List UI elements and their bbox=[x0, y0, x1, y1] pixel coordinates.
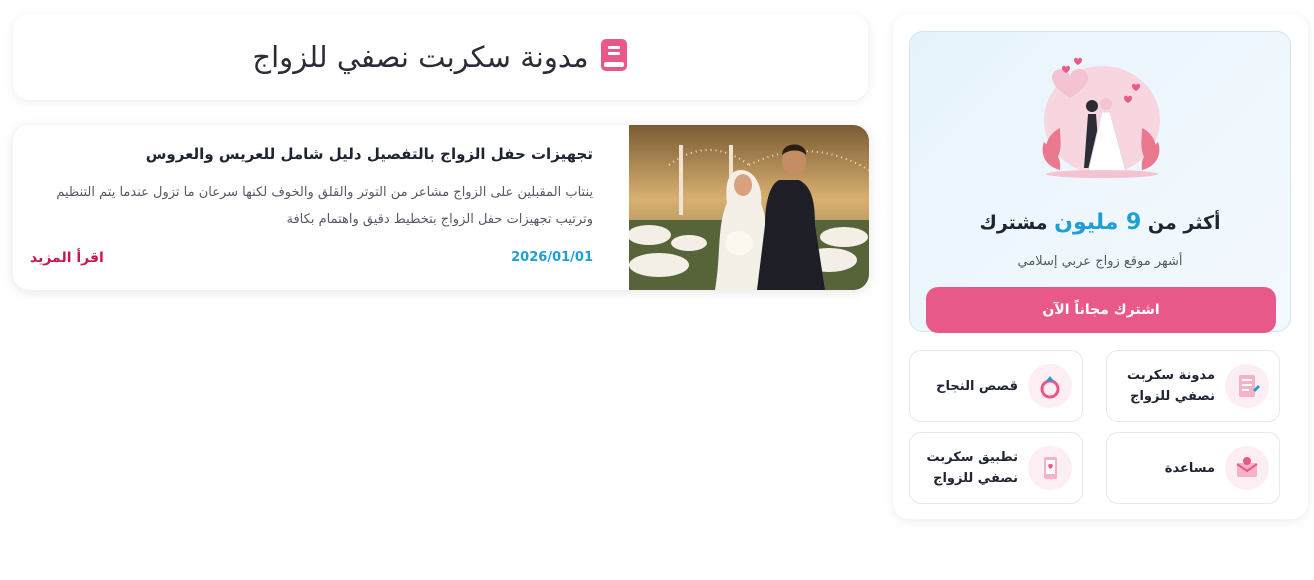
promo-subtitle: أشهر موقع زواج عربي إسلامي bbox=[1017, 254, 1183, 269]
book-icon bbox=[599, 38, 629, 76]
quick-link-success-stories[interactable]: قصص النجاح bbox=[909, 350, 1083, 422]
read-more-link[interactable]: اقرأ المزيد bbox=[30, 250, 104, 266]
quick-link-help[interactable]: مساعدة bbox=[1106, 432, 1280, 504]
help-envelope-icon bbox=[1225, 446, 1269, 490]
promo-card: أكثر من 9 مليون مشترك أشهر موقع زواج عرب… bbox=[909, 31, 1291, 333]
quick-link-label: مدونة سكربت نصفي للزواج bbox=[1126, 368, 1215, 404]
wedding-illustration bbox=[1042, 57, 1160, 178]
quick-link-app[interactable]: تطبيق سكربت نصفي للزواج bbox=[909, 432, 1083, 504]
post-image[interactable] bbox=[629, 125, 869, 290]
quick-link-label: تطبيق سكربت نصفي للزواج bbox=[926, 450, 1018, 486]
promo-suffix: مشترك bbox=[979, 212, 1048, 234]
post-excerpt: ينتاب المقبلين على الزواج مشاعر من التوت… bbox=[56, 185, 593, 227]
quick-link-label: مساعدة bbox=[1164, 460, 1215, 476]
sidebar: أكثر من 9 مليون مشترك أشهر موقع زواج عرب… bbox=[893, 14, 1308, 519]
mobile-app-icon bbox=[1028, 446, 1072, 490]
quick-link-label: قصص النجاح bbox=[936, 378, 1018, 394]
post-title[interactable]: تجهيزات حفل الزواج بالتفصيل دليل شامل لل… bbox=[33, 145, 593, 163]
promo-prefix: أكثر من bbox=[1147, 212, 1221, 234]
ring-icon bbox=[1028, 364, 1072, 408]
blog-icon bbox=[1225, 364, 1269, 408]
post-date: 2026/01/01 bbox=[511, 250, 593, 265]
subscribe-button[interactable]: اشترك مجاناً الآن bbox=[926, 287, 1276, 333]
page-title: مدونة سكربت نصفي للزواج bbox=[252, 40, 589, 74]
subscriber-count: أكثر من 9 مليون مشترك bbox=[910, 210, 1290, 235]
blog-post-card[interactable]: تجهيزات حفل الزواج بالتفصيل دليل شامل لل… bbox=[13, 125, 869, 290]
quick-link-blog[interactable]: مدونة سكربت نصفي للزواج bbox=[1106, 350, 1280, 422]
blog-header: مدونة سكربت نصفي للزواج bbox=[13, 14, 868, 100]
promo-highlight: 9 مليون bbox=[1054, 210, 1142, 235]
